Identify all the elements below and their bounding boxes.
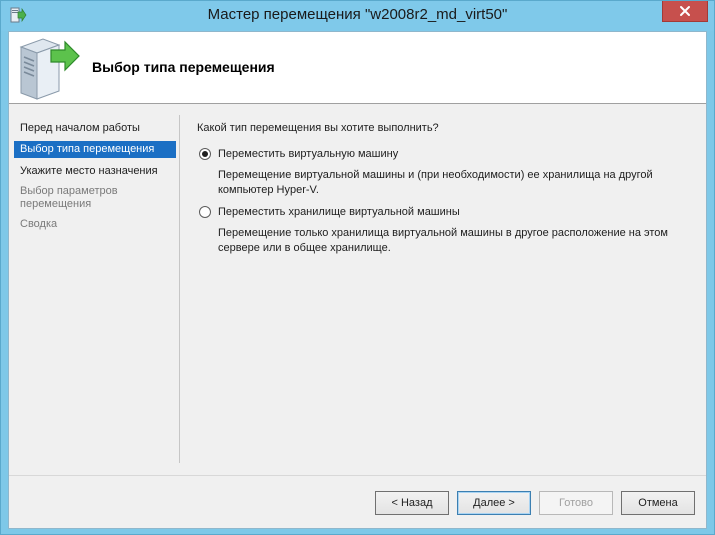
page-title: Выбор типа перемещения — [92, 59, 275, 75]
close-button[interactable] — [662, 1, 708, 22]
wizard-client-area: Выбор типа перемещения Перед началом раб… — [8, 31, 707, 529]
wizard-window: Мастер перемещения "w2008r2_md_virt50" В… — [0, 0, 715, 535]
radio-move-storage[interactable] — [199, 206, 211, 218]
back-button[interactable]: < Назад — [375, 491, 449, 515]
option-move-vm-description: Перемещение виртуальной машины и (при не… — [218, 169, 653, 196]
window-title: Мастер перемещения "w2008r2_md_virt50" — [207, 6, 508, 23]
nav-divider — [179, 115, 180, 463]
nav-item-before-you-begin[interactable]: Перед началом работы — [14, 120, 176, 137]
cancel-button[interactable]: Отмена — [621, 491, 695, 515]
next-button[interactable]: Далее > — [457, 491, 531, 515]
radio-move-vm[interactable] — [199, 148, 211, 160]
footer-separator — [9, 475, 706, 476]
nav-item-move-options: Выбор параметров перемещения — [20, 185, 118, 210]
option-move-vm[interactable]: Переместить виртуальную машину — [199, 148, 398, 160]
option-move-storage-label[interactable]: Переместить хранилище виртуальной машины — [218, 206, 460, 218]
option-move-storage-description: Перемещение только хранилища виртуальной… — [218, 227, 668, 254]
close-icon — [680, 6, 690, 16]
option-move-vm-label[interactable]: Переместить виртуальную машину — [218, 148, 398, 160]
main-content: Какой тип перемещения вы хотите выполнит… — [197, 105, 697, 465]
wizard-steps-nav: Перед началом работы Выбор типа перемеще… — [9, 105, 181, 465]
server-move-icon — [19, 38, 80, 100]
move-type-question: Какой тип перемещения вы хотите выполнит… — [197, 122, 439, 134]
option-move-storage[interactable]: Переместить хранилище виртуальной машины — [199, 206, 460, 218]
title-bar[interactable]: Мастер перемещения "w2008r2_md_virt50" — [1, 1, 714, 31]
wizard-header: Выбор типа перемещения — [9, 32, 706, 104]
nav-item-specify-destination[interactable]: Укажите место назначения — [14, 163, 176, 180]
nav-item-summary: Сводка — [20, 218, 58, 230]
finish-button: Готово — [539, 491, 613, 515]
nav-item-choose-move-type[interactable]: Выбор типа перемещения — [14, 141, 176, 158]
